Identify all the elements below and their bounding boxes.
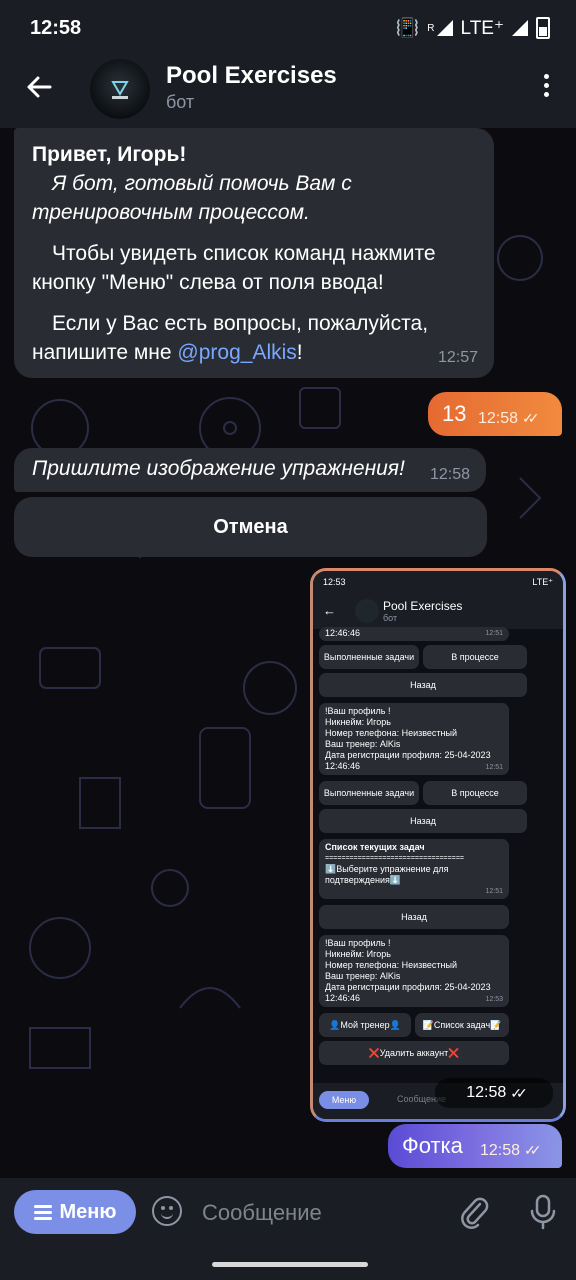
outgoing-message: 13 12:58 ✓✓ — [428, 392, 562, 436]
greeting-text: Привет, Игорь! — [32, 143, 187, 166]
chat-subtitle: бот — [166, 92, 195, 112]
shot-status-bar: 12:53 LTE⁺ — [313, 571, 563, 595]
shot-profile-2: !Ваш профиль ! Никнейм: Игорь Номер телеф… — [319, 935, 509, 1007]
read-ticks-icon: ✓✓ — [522, 410, 540, 426]
message-text: 13 — [442, 401, 467, 426]
message-time: 12:57 — [437, 349, 478, 366]
shot-avatar — [355, 599, 379, 623]
menu-button[interactable]: Меню — [14, 1190, 136, 1234]
shot-btn-back: Назад — [319, 673, 527, 697]
menu-button-label: Меню — [59, 1200, 117, 1223]
shot-tasks: Список текущих задач ===================… — [319, 839, 509, 899]
welcome-message: Привет, Игорь! Я бот, готовый помочь Вам… — [14, 128, 494, 378]
bot-avatar[interactable] — [90, 59, 150, 119]
shot-btn-delete: ❌Удалить аккаунт❌ — [319, 1041, 509, 1065]
shot-profile-1: !Ваш профиль ! Никнейм: Игорь Номер телеф… — [319, 703, 509, 775]
welcome-line-3-suffix: ! — [296, 341, 303, 364]
shot-msg-top: 12:46:46 12:51 — [319, 627, 509, 641]
shot-btn-progress-2: В процессе — [423, 781, 527, 805]
shot-btn-done-2: Выполненные задачи — [319, 781, 419, 805]
prompt-message: Пришлите изображение упражнения! 12:58 — [14, 448, 486, 492]
message-text: Фотка — [402, 1133, 463, 1158]
chat-header: Pool Exercises бот — [0, 56, 576, 128]
shot-menu-button: Меню — [319, 1091, 369, 1109]
read-ticks-icon: ✓✓ — [510, 1084, 528, 1101]
signal-icon-2 — [512, 20, 528, 36]
roaming-indicator: R — [427, 22, 435, 34]
shot-status-time: 12:53 — [323, 577, 346, 587]
shot-header: ← Pool Exercises бот — [313, 595, 563, 629]
username-link[interactable]: @prog_Alkis — [177, 341, 296, 364]
message-time: 12:58 ✓✓ — [480, 1142, 542, 1159]
message-input[interactable]: Сообщение — [202, 1200, 322, 1226]
welcome-line-3: Если у Вас есть вопросы, пожалуйста, нап… — [32, 309, 476, 367]
outgoing-caption-message: Фотка 12:58 ✓✓ — [388, 1124, 562, 1168]
shot-btn-progress: В процессе — [423, 645, 527, 669]
bot-logo-icon — [111, 81, 129, 99]
welcome-line-2: Чтобы увидеть список команд нажмите кноп… — [32, 242, 436, 294]
status-time: 12:58 — [30, 17, 82, 39]
microphone-icon[interactable] — [528, 1194, 558, 1230]
read-ticks-icon: ✓✓ — [524, 1142, 542, 1158]
shot-btn-done: Выполненные задачи — [319, 645, 419, 669]
cancel-inline-button[interactable]: Отмена — [14, 497, 487, 557]
signal-icon — [436, 20, 453, 36]
shot-title: Pool Exercises — [383, 599, 463, 613]
welcome-line-1: Я бот, готовый помочь Вам с тренировочны… — [32, 172, 352, 224]
chat-title[interactable]: Pool Exercises — [166, 62, 337, 90]
network-type: LTE⁺ — [460, 17, 504, 39]
navigation-bar — [0, 1248, 576, 1280]
emoji-icon[interactable] — [152, 1196, 182, 1226]
shot-back-icon: ← — [323, 603, 336, 618]
attach-icon[interactable] — [460, 1196, 490, 1230]
shot-btn-back-2: Назад — [319, 809, 527, 833]
photo-message[interactable]: 12:53 LTE⁺ ← Pool Exercises бот 12:46:46… — [310, 568, 566, 1122]
message-time: 12:58 — [429, 466, 470, 483]
status-bar: 12:58 📳 R LTE⁺ — [0, 0, 576, 56]
shot-subtitle: бот — [383, 613, 398, 623]
shot-btn-back-3: Назад — [319, 905, 509, 929]
home-gesture-handle[interactable] — [212, 1262, 368, 1267]
shot-btn-trainer: 👤Мой тренер👤 — [319, 1013, 411, 1037]
shot-btn-tasks: 📝Список задач📝 — [415, 1013, 509, 1037]
more-options-icon[interactable] — [544, 74, 550, 101]
menu-icon — [33, 1202, 52, 1223]
photo-time: 12:58 ✓✓ — [435, 1078, 553, 1108]
message-time: 12:58 ✓✓ — [478, 410, 540, 427]
shot-status-net: LTE⁺ — [532, 577, 553, 587]
system-icons: 📳 R LTE⁺ — [396, 16, 550, 40]
prompt-text: Пришлите изображение упражнения! — [32, 457, 405, 480]
battery-icon — [536, 17, 550, 39]
vibrate-icon: 📳 — [395, 18, 420, 39]
back-arrow-icon[interactable] — [24, 72, 54, 102]
message-input-bar: Меню Сообщение — [0, 1178, 576, 1248]
